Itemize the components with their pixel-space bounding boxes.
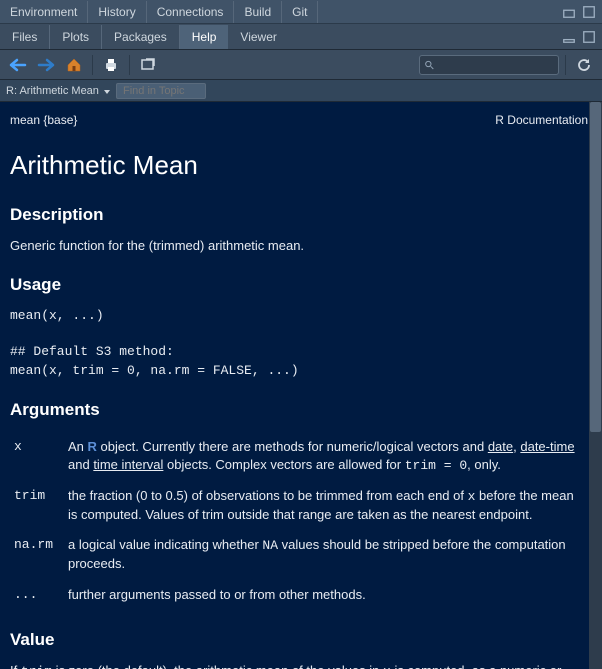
help-search-box[interactable]: [419, 55, 559, 75]
arg-desc: a logical value indicating whether NA va…: [64, 530, 588, 579]
help-pane-tabs: Files Plots Packages Help Viewer: [0, 24, 602, 50]
tab-help[interactable]: Help: [180, 25, 229, 49]
chevron-down-icon: [104, 90, 110, 94]
help-toolbar: [0, 50, 602, 80]
tab-build[interactable]: Build: [234, 1, 282, 23]
home-button[interactable]: [62, 54, 86, 76]
tab-viewer[interactable]: Viewer: [228, 25, 288, 49]
table-row: x An R object. Currently there are metho…: [10, 432, 588, 481]
table-row: trim the fraction (0 to 0.5) of observat…: [10, 481, 588, 530]
vertical-scrollbar[interactable]: [589, 102, 602, 669]
tab-environment[interactable]: Environment: [0, 1, 88, 23]
arg-desc: the fraction (0 to 0.5) of observations …: [64, 481, 588, 530]
refresh-button[interactable]: [572, 54, 596, 76]
arg-name: ...: [10, 580, 64, 610]
heading-value: Value: [10, 628, 588, 652]
help-topic-dropdown[interactable]: R: Arithmetic Mean: [6, 85, 110, 97]
link-time-interval[interactable]: time interval: [93, 457, 163, 472]
help-topic-bar: R: Arithmetic Mean: [0, 80, 602, 102]
arg-name: trim: [10, 481, 64, 530]
tab-history[interactable]: History: [88, 1, 146, 23]
back-button[interactable]: [6, 54, 30, 76]
pane-tabs: Environment History Connections Build Gi…: [0, 0, 602, 24]
description-text: Generic function for the (trimmed) arith…: [10, 237, 588, 255]
help-doc-label: R Documentation: [495, 112, 588, 129]
forward-button[interactable]: [34, 54, 58, 76]
table-row: na.rm a logical value indicating whether…: [10, 530, 588, 579]
heading-usage: Usage: [10, 273, 588, 297]
help-content-pane[interactable]: mean {base} R Documentation Arithmetic M…: [0, 102, 602, 669]
tab-plots[interactable]: Plots: [50, 25, 102, 49]
value-text: If trim is zero (the default), the arith…: [10, 662, 588, 669]
maximize-pane-icon[interactable]: [582, 5, 596, 19]
minimize-subpane-icon[interactable]: [562, 30, 576, 44]
tab-connections[interactable]: Connections: [147, 1, 235, 23]
table-row: ... further arguments passed to or from …: [10, 580, 588, 610]
maximize-subpane-icon[interactable]: [582, 30, 596, 44]
usage-code: mean(x, ...) ## Default S3 method: mean(…: [10, 307, 588, 380]
minimize-pane-icon[interactable]: [562, 5, 576, 19]
arg-name: na.rm: [10, 530, 64, 579]
arg-name: x: [10, 432, 64, 481]
tab-files[interactable]: Files: [0, 25, 50, 49]
arg-desc: further arguments passed to or from othe…: [64, 580, 588, 610]
new-window-button[interactable]: [136, 54, 160, 76]
tab-git[interactable]: Git: [282, 1, 318, 23]
link-date[interactable]: date: [488, 439, 513, 454]
print-button[interactable]: [99, 54, 123, 76]
r-logo-icon: R: [88, 439, 97, 454]
find-in-topic-input[interactable]: [116, 83, 206, 99]
arguments-table: x An R object. Currently there are metho…: [10, 432, 588, 610]
page-title: Arithmetic Mean: [10, 147, 588, 183]
link-date-time[interactable]: date-time: [520, 439, 574, 454]
heading-description: Description: [10, 203, 588, 227]
search-icon: [424, 59, 435, 71]
scrollbar-thumb[interactable]: [590, 102, 601, 432]
tab-packages[interactable]: Packages: [102, 25, 180, 49]
help-package-label: mean {base}: [10, 112, 77, 129]
help-search-input[interactable]: [439, 59, 554, 71]
heading-arguments: Arguments: [10, 398, 588, 422]
arg-desc: An R object. Currently there are methods…: [64, 432, 588, 481]
help-topic-label: R: Arithmetic Mean: [6, 85, 99, 97]
